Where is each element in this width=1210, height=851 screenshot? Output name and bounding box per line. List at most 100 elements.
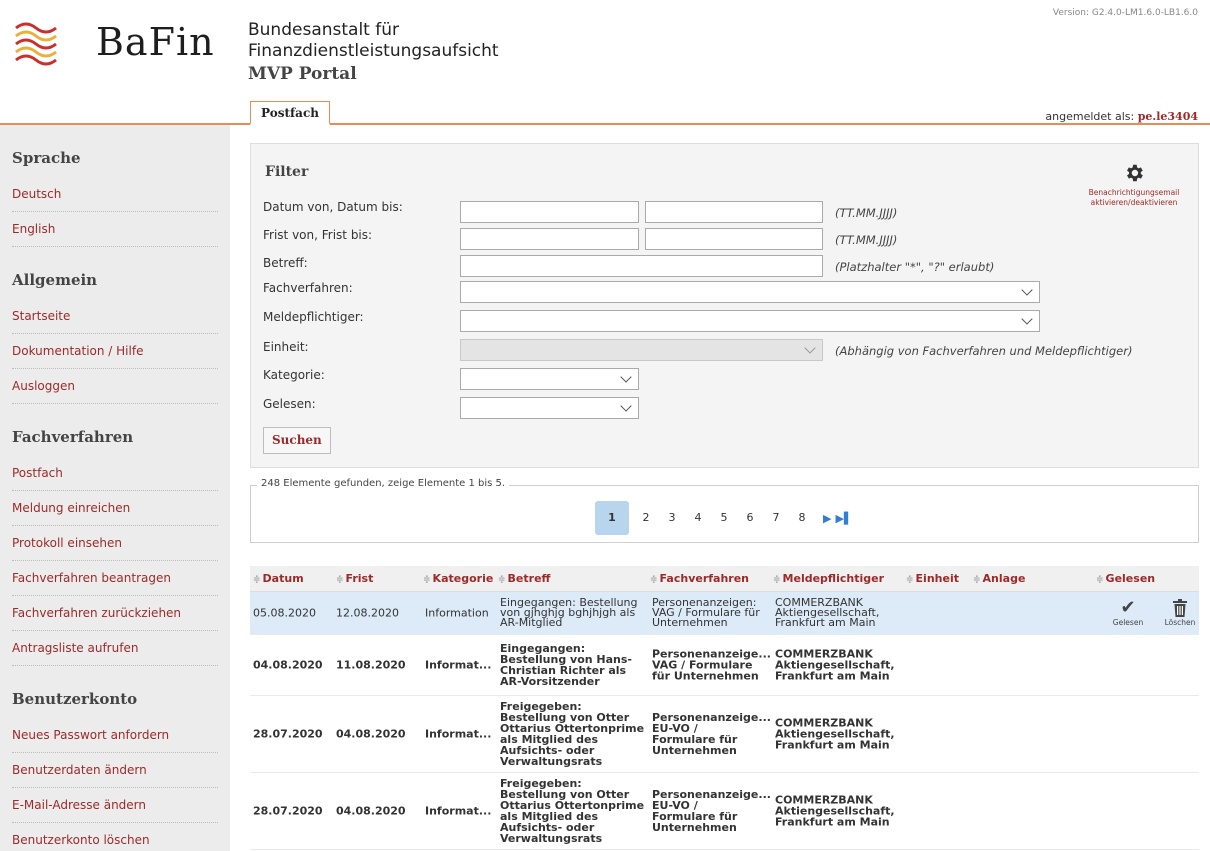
frist-bis-input[interactable]: [645, 228, 823, 250]
result-summary: 248 Elemente gefunden, zeige Elemente 1 …: [257, 478, 510, 489]
betreff-input[interactable]: [460, 255, 823, 277]
page-2[interactable]: 2: [633, 501, 659, 535]
version-label: Version: G2.4.0-LM1.6.0-LB1.6.0: [1052, 8, 1198, 18]
label-betreff: Betreff:: [263, 256, 308, 270]
sidebar-item-meldung-einreichen[interactable]: Meldung einreichen: [12, 491, 218, 526]
sidebar-item-neues-passwort[interactable]: Neues Passwort anfordern: [12, 718, 218, 753]
gear-icon[interactable]: [1123, 162, 1145, 184]
table-row[interactable]: 28.07.2020 04.08.2020 Informat... Freige…: [250, 773, 1199, 850]
sidebar-item-antragsliste[interactable]: Antragsliste aufrufen: [12, 631, 218, 666]
sidebar-heading-sprache: Sprache: [12, 149, 81, 167]
table-row[interactable]: 28.07.2020 04.08.2020 Informat... Freige…: [250, 696, 1199, 773]
sidebar-heading-allgemein: Allgemein: [12, 271, 98, 289]
sidebar-item-english[interactable]: English: [12, 212, 218, 247]
table-header: ≑ Datum ≑ Frist ≑ Kategorie ≑ Betreff ≑ Fachv…: [250, 566, 1199, 592]
col-anlage[interactable]: ≑ Anlage: [973, 572, 1025, 585]
einheit-select: [460, 339, 823, 361]
col-gelesen[interactable]: ≑ Gelesen: [1096, 572, 1155, 585]
label-kategorie: Kategorie:: [263, 368, 325, 382]
sidebar-item-protokoll-einsehen[interactable]: Protokoll einsehen: [12, 526, 218, 561]
page-5[interactable]: 5: [711, 501, 737, 535]
sort-icon: ≑: [336, 575, 344, 585]
page-1[interactable]: 1: [595, 501, 629, 535]
label-gelesen: Gelesen:: [263, 397, 316, 411]
pagination: 1 2 3 4 5 6 7 8 ▶ ▶▌: [595, 501, 852, 535]
col-kategorie[interactable]: ≑ Kategorie: [423, 572, 493, 585]
checkmark-icon: ✔: [1120, 597, 1136, 618]
sort-icon: ≑: [253, 575, 261, 585]
page-3[interactable]: 3: [659, 501, 685, 535]
logged-in-as: angemeldet als: pe.le3404: [1045, 110, 1198, 123]
label-einheit: Einheit:: [263, 340, 309, 354]
bafin-logo[interactable]: BaFin: [14, 18, 224, 68]
sidebar-item-dokumentation[interactable]: Dokumentation / Hilfe: [12, 334, 218, 369]
sidebar-item-postfach[interactable]: Postfach: [12, 456, 218, 491]
col-datum[interactable]: ≑ Datum: [253, 572, 304, 585]
sidebar-item-email-aendern[interactable]: E-Mail-Adresse ändern: [12, 788, 218, 823]
label-fachverfahren: Fachverfahren:: [263, 281, 353, 295]
username-link[interactable]: pe.le3404: [1138, 110, 1198, 123]
kategorie-select[interactable]: [460, 368, 639, 390]
sort-icon: ≑: [973, 575, 981, 585]
page-6[interactable]: 6: [737, 501, 763, 535]
sort-icon: ≑: [773, 575, 781, 585]
next-page-icon[interactable]: ▶: [823, 512, 831, 525]
label-datum: Datum von, Datum bis:: [263, 200, 403, 214]
hint-einheit: (Abhängig von Fachverfahren und Meldepfl…: [835, 344, 1133, 358]
page-7[interactable]: 7: [763, 501, 789, 535]
sidebar-item-ausloggen[interactable]: Ausloggen: [12, 369, 218, 404]
frist-von-input[interactable]: [460, 228, 639, 250]
last-page-icon[interactable]: ▶▌: [835, 512, 852, 525]
col-meldepflichtiger[interactable]: ≑ Meldepflichtiger: [773, 572, 884, 585]
sort-icon: ≑: [498, 575, 506, 585]
chevron-down-icon: [1021, 313, 1033, 325]
pagination-panel: 248 Elemente gefunden, zeige Elemente 1 …: [250, 478, 1199, 543]
organization-name: Bundesanstalt für Finanzdienstleistungsa…: [248, 20, 499, 61]
filter-title: Filter: [265, 164, 309, 180]
notification-toggle[interactable]: Benachrichtigungsemail aktivieren/deakti…: [1084, 162, 1184, 208]
sidebar-item-fachverfahren-zurueckziehen[interactable]: Fachverfahren zurückziehen: [12, 596, 218, 631]
trash-icon: [1173, 599, 1187, 617]
mark-read-button[interactable]: ✔ Gelesen: [1108, 597, 1148, 628]
sort-icon: ≑: [906, 575, 914, 585]
chevron-down-icon: [620, 371, 632, 383]
chevron-down-icon: [804, 342, 816, 354]
sidebar-item-benutzerdaten[interactable]: Benutzerdaten ändern: [12, 753, 218, 788]
col-einheit[interactable]: ≑ Einheit: [906, 572, 959, 585]
search-button[interactable]: Suchen: [263, 427, 331, 454]
col-fachverfahren[interactable]: ≑ Fachverfahren: [650, 572, 749, 585]
label-meldepflichtiger: Meldepflichtiger:: [263, 310, 364, 324]
hint-betreff: (Platzhalter "*", "?" erlaubt): [835, 260, 995, 274]
datum-bis-input[interactable]: [645, 201, 823, 223]
meldepflichtiger-select[interactable]: [460, 310, 1040, 332]
label-frist: Frist von, Frist bis:: [263, 228, 373, 242]
chevron-down-icon: [620, 400, 632, 412]
fachverfahren-select[interactable]: [460, 281, 1040, 303]
col-frist[interactable]: ≑ Frist: [336, 572, 373, 585]
sidebar-heading-fachverfahren: Fachverfahren: [12, 428, 134, 446]
sidebar: Sprache Deutsch English Allgemein Starts…: [0, 125, 230, 851]
page-8[interactable]: 8: [789, 501, 815, 535]
gelesen-select[interactable]: [460, 397, 639, 419]
sidebar-heading-benutzerkonto: Benutzerkonto: [12, 690, 138, 708]
col-betreff[interactable]: ≑ Betreff: [498, 572, 550, 585]
sidebar-item-startseite[interactable]: Startseite: [12, 299, 218, 334]
filter-panel: Filter Benachrichtigungsemail aktivieren…: [250, 143, 1199, 468]
sort-icon: ≑: [423, 575, 431, 585]
sidebar-item-fachverfahren-beantragen[interactable]: Fachverfahren beantragen: [12, 561, 218, 596]
table-row[interactable]: 04.08.2020 11.08.2020 Informat... Eingeg…: [250, 635, 1199, 696]
tab-postfach[interactable]: Postfach: [250, 101, 330, 125]
sidebar-item-konto-loeschen[interactable]: Benutzerkonto löschen: [12, 823, 218, 851]
table-row[interactable]: 05.08.2020 12.08.2020 Information Eingeg…: [250, 592, 1199, 635]
sort-icon: ≑: [650, 575, 658, 585]
portal-title: MVP Portal: [248, 64, 357, 84]
hint-frist: (TT.MM.JJJJ): [835, 233, 898, 247]
sidebar-item-deutsch[interactable]: Deutsch: [12, 177, 218, 212]
page-4[interactable]: 4: [685, 501, 711, 535]
hint-datum: (TT.MM.JJJJ): [835, 206, 898, 220]
sort-icon: ≑: [1096, 575, 1104, 585]
datum-von-input[interactable]: [460, 201, 639, 223]
logo-wordmark: BaFin: [96, 20, 215, 64]
delete-button[interactable]: Löschen: [1161, 598, 1199, 627]
chevron-down-icon: [1021, 284, 1033, 296]
